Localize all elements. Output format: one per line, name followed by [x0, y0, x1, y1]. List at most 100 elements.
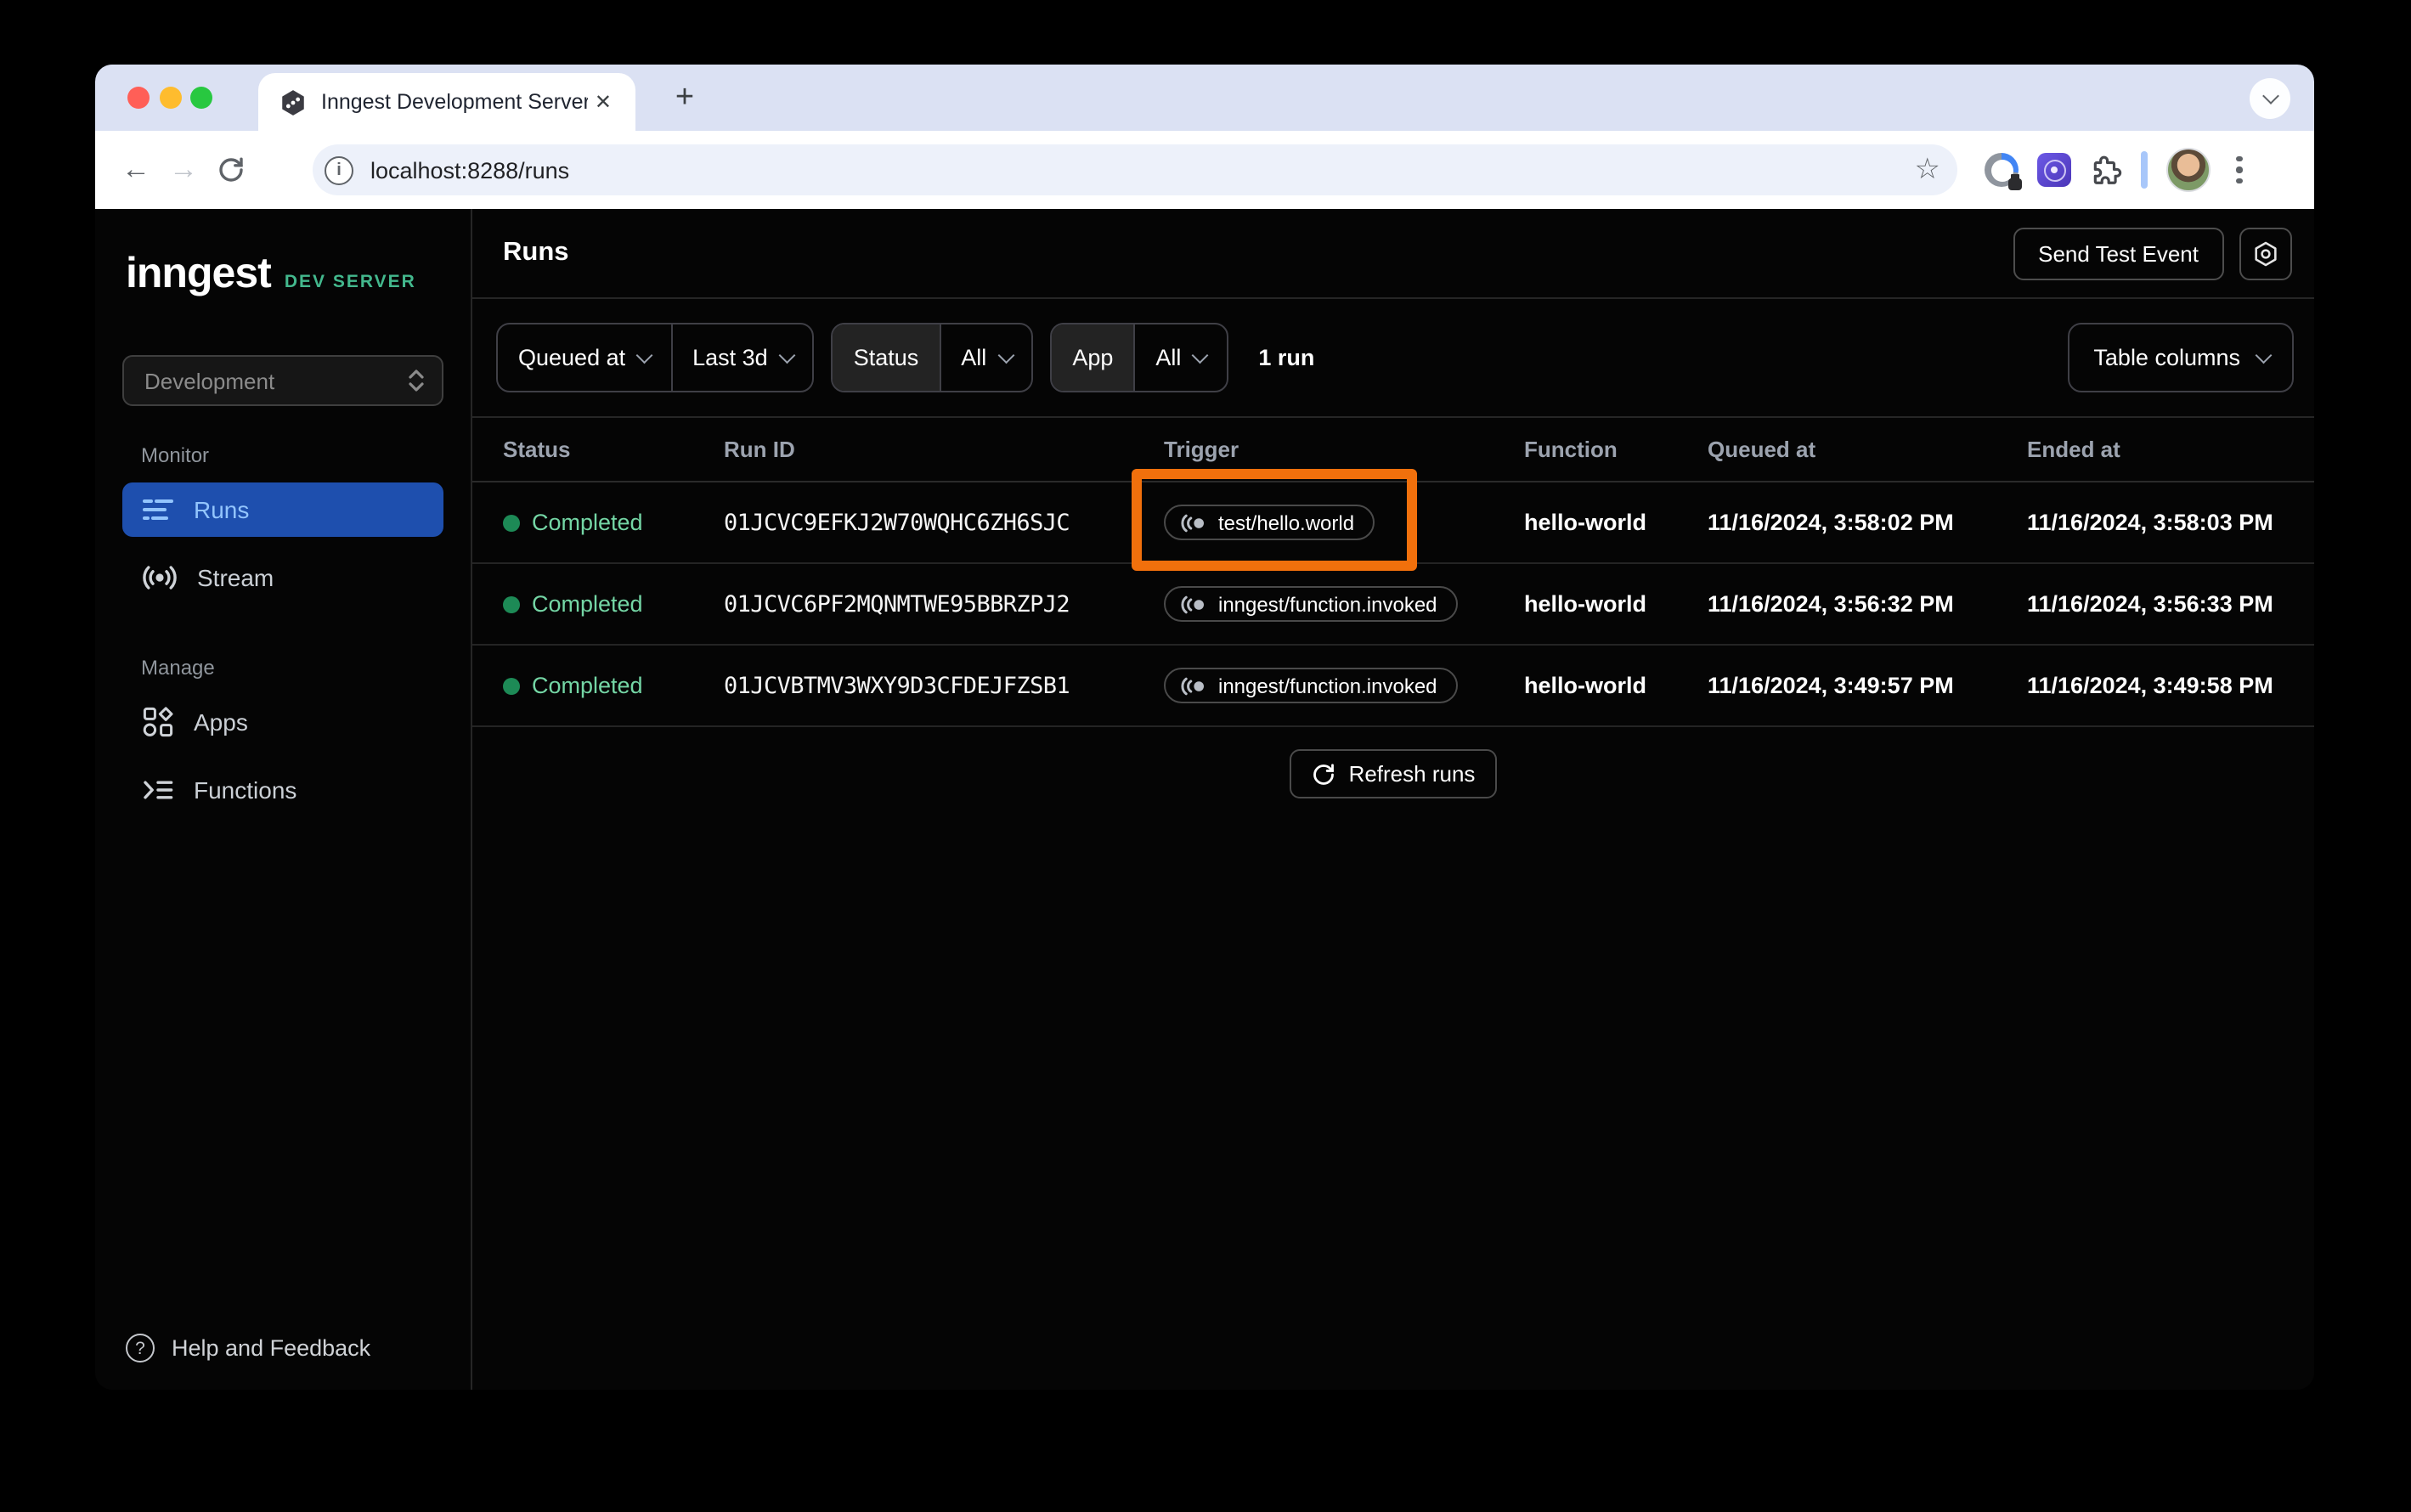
column-header-function: Function [1524, 437, 1618, 462]
environment-select[interactable]: Development [122, 355, 443, 406]
chevron-down-icon [779, 347, 795, 364]
tab-close-icon[interactable]: ✕ [588, 87, 618, 117]
sidebar-item-label: Apps [194, 708, 248, 736]
table-row[interactable]: Completed 01JCVBTMV3WXY9D3CFDEJFZSB1 inn… [472, 646, 2314, 727]
traffic-light-zoom-button[interactable] [190, 87, 212, 109]
refresh-runs-button[interactable]: Refresh runs [1289, 749, 1498, 798]
column-header-run-id: Run ID [724, 437, 795, 462]
purple-extension-icon[interactable] [2037, 153, 2071, 187]
section-label-monitor: Monitor [141, 443, 210, 467]
chevron-down-icon [2255, 347, 2271, 364]
password-manager-extension-icon[interactable] [1985, 153, 2022, 190]
table-row[interactable]: Completed 01JCVC9EFKJ2W70WQHC6ZH6SJC tes… [472, 482, 2314, 564]
site-info-icon[interactable]: i [325, 155, 353, 184]
tab-title: Inngest Development Server [321, 90, 588, 114]
forward-button[interactable]: → [160, 146, 207, 194]
trigger-pill[interactable]: inngest/function.invoked [1164, 668, 1458, 703]
status-filter[interactable]: Status All [831, 323, 1034, 392]
section-label-manage: Manage [141, 656, 215, 680]
refresh-icon [1313, 763, 1334, 784]
run-id-cell: 01JCVC9EFKJ2W70WQHC6ZH6SJC [724, 509, 1070, 536]
sidebar-item-runs[interactable]: Runs [122, 482, 443, 537]
column-header-status: Status [503, 437, 571, 462]
column-header-trigger: Trigger [1164, 437, 1239, 462]
profile-avatar[interactable] [2166, 148, 2211, 192]
inngest-favicon-icon [282, 89, 304, 115]
traffic-light-minimize-button[interactable] [159, 87, 181, 109]
time-field-value: Queued at [518, 345, 626, 370]
time-range-value: Last 3d [692, 345, 768, 370]
table-header: Status Run ID Trigger Function Queued at… [472, 418, 2314, 482]
status-dot-icon [503, 514, 520, 531]
page-header: Runs Send Test Event [472, 209, 2314, 299]
sidebar-item-apps[interactable]: Apps [122, 695, 443, 749]
send-test-event-button[interactable]: Send Test Event [2013, 227, 2224, 279]
trigger-pill[interactable]: test/hello.world [1164, 505, 1375, 540]
traffic-light-close-button[interactable] [127, 87, 150, 109]
inngest-logo: inngest [126, 250, 272, 297]
time-range-dropdown[interactable]: Last 3d [670, 324, 813, 391]
status-dot-icon [503, 595, 520, 612]
new-tab-button[interactable]: + [663, 76, 707, 121]
status-dot-icon [503, 677, 520, 694]
event-trigger-icon [1181, 676, 1204, 695]
browser-toolbar: ← → i localhost:8288/runs ☆ [95, 131, 2314, 209]
column-header-queued-at: Queued at [1708, 437, 1816, 462]
browser-tab[interactable]: Inngest Development Server ✕ [258, 73, 635, 131]
table-row[interactable]: Completed 01JCVC6PF2MQNMTWE95BBRZPJ2 inn… [472, 564, 2314, 646]
extensions-puzzle-icon[interactable] [2090, 154, 2122, 186]
logo-row: inngest DEV SERVER [122, 250, 443, 299]
runs-icon [143, 499, 173, 520]
sidebar-item-functions[interactable]: Functions [122, 763, 443, 817]
browser-tab-bar: Inngest Development Server ✕ + [95, 65, 2314, 131]
sidebar-item-label: Runs [194, 496, 250, 523]
browser-window: Inngest Development Server ✕ + ← → i loc… [95, 65, 2314, 1390]
reload-button[interactable] [207, 146, 255, 194]
event-trigger-icon [1181, 513, 1204, 532]
main-panel: Runs Send Test Event Queued at Last 3d S… [472, 209, 2314, 1390]
run-id-cell: 01JCVC6PF2MQNMTWE95BBRZPJ2 [724, 590, 1070, 618]
chevron-up-down-icon [409, 370, 424, 392]
app-filter[interactable]: App All [1050, 323, 1228, 392]
sidebar-item-label: Functions [194, 776, 297, 804]
run-count: 1 run [1258, 345, 1315, 370]
settings-button[interactable] [2239, 227, 2292, 279]
chevron-down-icon [1192, 347, 1209, 364]
table-columns-button[interactable]: Table columns [2068, 323, 2294, 392]
chevron-down-icon [997, 347, 1014, 364]
chevron-down-icon [636, 347, 652, 364]
tab-group-divider [2141, 151, 2148, 189]
apps-icon [143, 707, 173, 737]
ended-at-cell: 11/16/2024, 3:58:03 PM [2027, 510, 2273, 535]
browser-menu-button[interactable] [2229, 150, 2249, 191]
app-filter-value[interactable]: All [1133, 324, 1226, 391]
functions-icon [144, 781, 173, 799]
status-filter-value[interactable]: All [939, 324, 1031, 391]
help-and-feedback[interactable]: ? Help and Feedback [122, 1334, 443, 1362]
ended-at-cell: 11/16/2024, 3:49:58 PM [2027, 673, 2273, 698]
trigger-pill[interactable]: inngest/function.invoked [1164, 586, 1458, 622]
back-button[interactable]: ← [112, 146, 160, 194]
dev-server-badge: DEV SERVER [284, 272, 416, 292]
address-bar[interactable]: i localhost:8288/runs ☆ [313, 144, 1957, 195]
sidebar-item-label: Stream [197, 564, 274, 591]
queued-at-cell: 11/16/2024, 3:49:57 PM [1708, 673, 1954, 698]
inngest-app: inngest DEV SERVER Development Monitor R… [95, 209, 2314, 1390]
help-label: Help and Feedback [172, 1335, 371, 1361]
chevron-down-icon [2261, 87, 2278, 104]
run-id-cell: 01JCVBTMV3WXY9D3CFDEJFZSB1 [724, 672, 1070, 699]
sidebar-item-stream[interactable]: Stream [122, 550, 443, 605]
status-cell: Completed [503, 510, 724, 535]
tab-search-button[interactable] [2250, 78, 2290, 119]
help-icon: ? [126, 1334, 155, 1362]
page-title: Runs [503, 238, 569, 267]
function-cell: hello-world [1524, 510, 1646, 535]
status-filter-label: Status [833, 324, 940, 391]
gear-icon [2255, 240, 2277, 266]
function-cell: hello-world [1524, 591, 1646, 617]
stream-icon [143, 566, 177, 590]
time-field-dropdown[interactable]: Queued at [498, 324, 670, 391]
bookmark-star-icon[interactable]: ☆ [1915, 153, 1941, 187]
function-cell: hello-world [1524, 673, 1646, 698]
sidebar: inngest DEV SERVER Development Monitor R… [95, 209, 472, 1390]
